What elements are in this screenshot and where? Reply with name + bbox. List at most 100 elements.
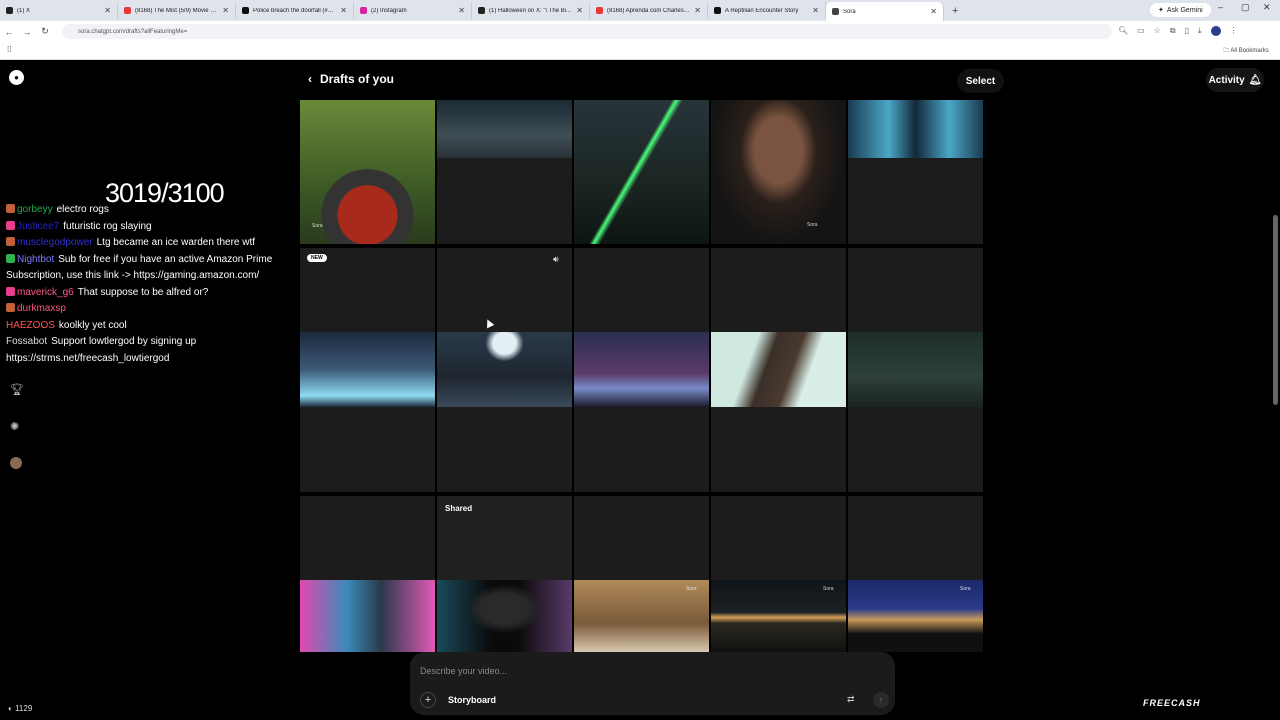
menu-icon[interactable]: ⋮: [1230, 26, 1238, 36]
draft-tile[interactable]: [437, 100, 572, 244]
draft-tile[interactable]: [574, 248, 709, 332]
tab-favicon: [478, 7, 485, 14]
browser-tab[interactable]: Police breach the doorfall (#Fy... ✕: [236, 2, 354, 19]
activity-button[interactable]: Activity 🔔︎: [1206, 68, 1264, 92]
close-window-icon[interactable]: ✕: [1263, 2, 1271, 13]
forward-icon[interactable]: →: [18, 27, 36, 37]
send-button[interactable]: ↑: [873, 692, 889, 708]
tab-favicon: [6, 7, 13, 14]
chat-username[interactable]: Fossabot: [6, 336, 47, 347]
tab-close-icon[interactable]: ✕: [812, 6, 819, 15]
draft-tile[interactable]: [300, 496, 435, 580]
draft-thumbnail: [437, 580, 572, 652]
tab-close-icon[interactable]: ✕: [222, 6, 229, 15]
draft-tile[interactable]: [711, 332, 846, 492]
profile-avatar[interactable]: [1210, 26, 1221, 36]
speaker-icon[interactable]: 🔊︎: [553, 254, 559, 265]
draft-tile[interactable]: [711, 496, 846, 580]
browser-tab[interactable]: (2) Instagram ✕: [354, 2, 472, 19]
back-icon[interactable]: ←: [0, 27, 18, 37]
chat-username[interactable]: durkmaxsp: [17, 303, 66, 314]
maximize-icon[interactable]: ▢: [1241, 2, 1250, 13]
draft-tile[interactable]: [300, 580, 435, 652]
browser-tab[interactable]: (1) Halloween on X: "\ The Bi... ✕: [472, 2, 590, 19]
prompt-input[interactable]: Describe your video...: [420, 666, 507, 676]
ask-gemini-button[interactable]: ✦ Ask Gemini: [1150, 3, 1211, 17]
chat-username[interactable]: gorbeyy: [17, 204, 53, 215]
page-scrollbar[interactable]: [1273, 215, 1278, 405]
cast-icon[interactable]: ▭: [1137, 26, 1145, 36]
reload-icon[interactable]: ↻: [36, 26, 54, 37]
settings-sliders-icon[interactable]: ⇄: [847, 694, 855, 705]
back-chevron-icon[interactable]: ‹: [308, 72, 312, 86]
chat-badge-icon: [6, 286, 15, 296]
draft-tile[interactable]: Sora: [711, 580, 846, 652]
draft-tile[interactable]: [574, 100, 709, 244]
chat-text: That suppose to be alfred or?: [77, 286, 209, 298]
draft-tile[interactable]: [574, 496, 709, 580]
draft-tile[interactable]: [574, 332, 709, 492]
chat-username[interactable]: Nightbot: [17, 254, 54, 265]
draft-thumbnail: [437, 100, 572, 158]
trophy-icon[interactable]: 🏆︎: [10, 383, 24, 396]
draft-tile[interactable]: [437, 580, 572, 652]
draft-tile[interactable]: [711, 248, 846, 332]
shared-label: Shared: [445, 504, 473, 513]
browser-tab[interactable]: (8168) The Mist (5/9) Movie Cl... ✕: [118, 2, 236, 19]
chat-text: futuristic rog slaying: [63, 220, 152, 232]
side-panel-icon[interactable]: ▯: [1185, 26, 1189, 36]
tab-close-icon[interactable]: ✕: [576, 6, 583, 15]
draft-tile[interactable]: [437, 332, 572, 492]
draft-tile[interactable]: [848, 496, 983, 580]
extensions-icon[interactable]: ⧉: [1170, 26, 1176, 36]
draft-thumbnail: [711, 332, 846, 407]
user-avatar[interactable]: [10, 457, 22, 469]
chat-badge-icon: [6, 303, 15, 312]
browser-tab[interactable]: (8168) Aprenda com Charles d... ✕: [590, 2, 708, 19]
browser-tab[interactable]: Sora ✕: [826, 2, 944, 21]
all-bookmarks-folder[interactable]: 🗀 All Bookmarks: [1223, 46, 1269, 56]
sora-watermark: Sora: [823, 586, 834, 592]
new-tab-button[interactable]: +: [944, 5, 966, 17]
tab-close-icon[interactable]: ✕: [458, 6, 465, 15]
draft-tile[interactable]: [848, 100, 983, 244]
chat-message: Fossabot Support lowtlergod by signing up…: [6, 334, 316, 367]
select-button[interactable]: Select: [957, 69, 1004, 93]
draft-thumbnail: [300, 332, 435, 407]
bookmark-star-icon[interactable]: ☆: [1154, 26, 1161, 36]
tab-title: (8168) Aprenda com Charles d...: [607, 7, 691, 14]
url-input[interactable]: sora.chatgpt.com/drafts?allFeaturingMe=: [62, 24, 1112, 39]
browser-tab[interactable]: A Reptilian Encounter Story ✕: [708, 2, 826, 19]
chat-username[interactable]: HAEZOOS: [6, 320, 55, 331]
chat-message: HAEZOOS koolkly yet cool: [6, 318, 316, 335]
tab-close-icon[interactable]: ✕: [930, 7, 937, 16]
chat-username[interactable]: musclegodpower: [17, 237, 93, 248]
draft-tile[interactable]: Sora: [848, 580, 983, 652]
chat-username[interactable]: maverick_g6: [17, 287, 74, 298]
draft-tile[interactable]: Sora: [300, 100, 435, 244]
chat-username[interactable]: Justicee7: [17, 221, 59, 232]
tab-close-icon[interactable]: ✕: [694, 6, 701, 15]
draft-tile[interactable]: [848, 248, 983, 332]
minimize-icon[interactable]: –: [1218, 2, 1223, 12]
draft-tile[interactable]: [437, 248, 572, 332]
draft-thumbnail: [711, 100, 846, 244]
tab-favicon: [124, 7, 131, 14]
browser-tab[interactable]: (1) X ✕: [0, 2, 118, 19]
download-icon[interactable]: ⤓: [1198, 26, 1202, 36]
sora-logo[interactable]: ●: [9, 70, 24, 85]
explore-icon[interactable]: ✺: [10, 420, 19, 433]
draft-tile[interactable]: Sora: [574, 580, 709, 652]
draft-tile[interactable]: [300, 332, 435, 492]
add-media-button[interactable]: +: [420, 692, 436, 708]
page-header: ‹ Drafts of you: [308, 72, 394, 86]
draft-tile[interactable]: [848, 332, 983, 492]
tab-close-icon[interactable]: ✕: [104, 6, 111, 15]
draft-tile[interactable]: Sora: [711, 100, 846, 244]
zoom-icon[interactable]: 🔍︎: [1118, 26, 1128, 36]
tab-title: (1) Halloween on X: "\ The Bi...: [489, 7, 572, 14]
tab-favicon: [242, 7, 249, 14]
storyboard-button[interactable]: Storyboard: [448, 692, 496, 708]
apps-icon[interactable]: ⁞⁞: [7, 45, 11, 54]
tab-close-icon[interactable]: ✕: [340, 6, 347, 15]
